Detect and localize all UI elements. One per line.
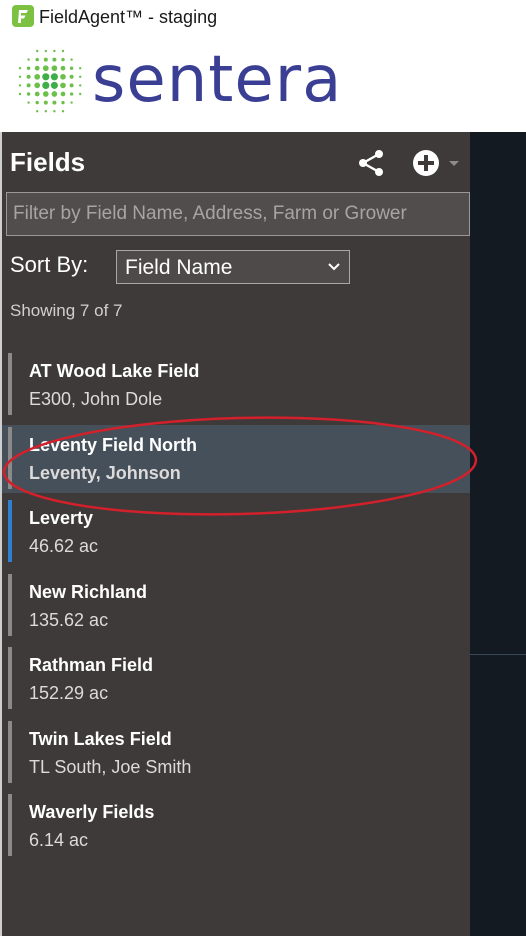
field-status-bar: [8, 500, 12, 562]
list-item[interactable]: Leverty 46.62 ac: [2, 498, 470, 566]
list-item[interactable]: Leventy Field North Leventy, Johnson: [2, 425, 470, 493]
filter-input[interactable]: [6, 192, 470, 236]
panel-header: Fields: [2, 132, 470, 188]
map-area[interactable]: [470, 132, 526, 936]
fieldagent-logo-icon: [12, 5, 34, 27]
list-item[interactable]: Rathman Field 152.29 ac: [2, 645, 470, 713]
field-status-bar: [8, 794, 12, 856]
field-name: Twin Lakes Field: [29, 729, 172, 749]
brand-name: sentera: [92, 43, 343, 117]
field-details: 46.62 ac: [29, 536, 99, 556]
map-divider: [470, 654, 526, 655]
field-details: E300, John Dole: [29, 389, 163, 409]
field-status-bar: [8, 647, 12, 709]
field-name: New Richland: [29, 582, 148, 602]
list-item[interactable]: AT Wood Lake Field E300, John Dole: [2, 351, 470, 419]
share-icon[interactable]: [356, 148, 386, 178]
brand-header: sentera: [0, 34, 526, 132]
field-name: Leverty: [29, 508, 94, 528]
sort-select[interactable]: Field Name: [116, 250, 350, 284]
field-status-bar: [8, 353, 12, 415]
chevron-down-icon: [328, 263, 340, 271]
panel-title: Fields: [10, 147, 86, 177]
field-details: 135.62 ac: [29, 610, 109, 630]
list-item[interactable]: Twin Lakes Field TL South, Joe Smith: [2, 719, 470, 787]
field-name: Leventy Field North: [29, 435, 198, 455]
fields-panel: Fields Sort By: Field Name Showing 7 of …: [0, 132, 470, 936]
window-title: FieldAgent™ - staging: [39, 7, 218, 27]
list-item[interactable]: New Richland 135.62 ac: [2, 572, 470, 640]
showing-count: Showing 7 of 7: [10, 301, 123, 320]
sentera-dots-logo: [18, 49, 82, 113]
field-details: 6.14 ac: [29, 830, 89, 850]
field-status-bar: [8, 721, 12, 783]
sort-selected-value: Field Name: [125, 256, 233, 279]
field-name: AT Wood Lake Field: [29, 361, 200, 381]
field-status-bar: [8, 427, 12, 489]
list-item[interactable]: Waverly Fields 6.14 ac: [2, 792, 470, 860]
field-status-bar: [8, 574, 12, 636]
field-name: Waverly Fields: [29, 802, 155, 822]
title-bar: FieldAgent™ - staging: [0, 0, 526, 34]
sort-label: Sort By:: [10, 252, 89, 277]
field-details: 152.29 ac: [29, 683, 109, 703]
field-details: Leventy, Johnson: [29, 463, 181, 483]
field-details: TL South, Joe Smith: [29, 757, 192, 777]
add-circle-icon[interactable]: [412, 148, 462, 178]
field-name: Rathman Field: [29, 655, 154, 675]
